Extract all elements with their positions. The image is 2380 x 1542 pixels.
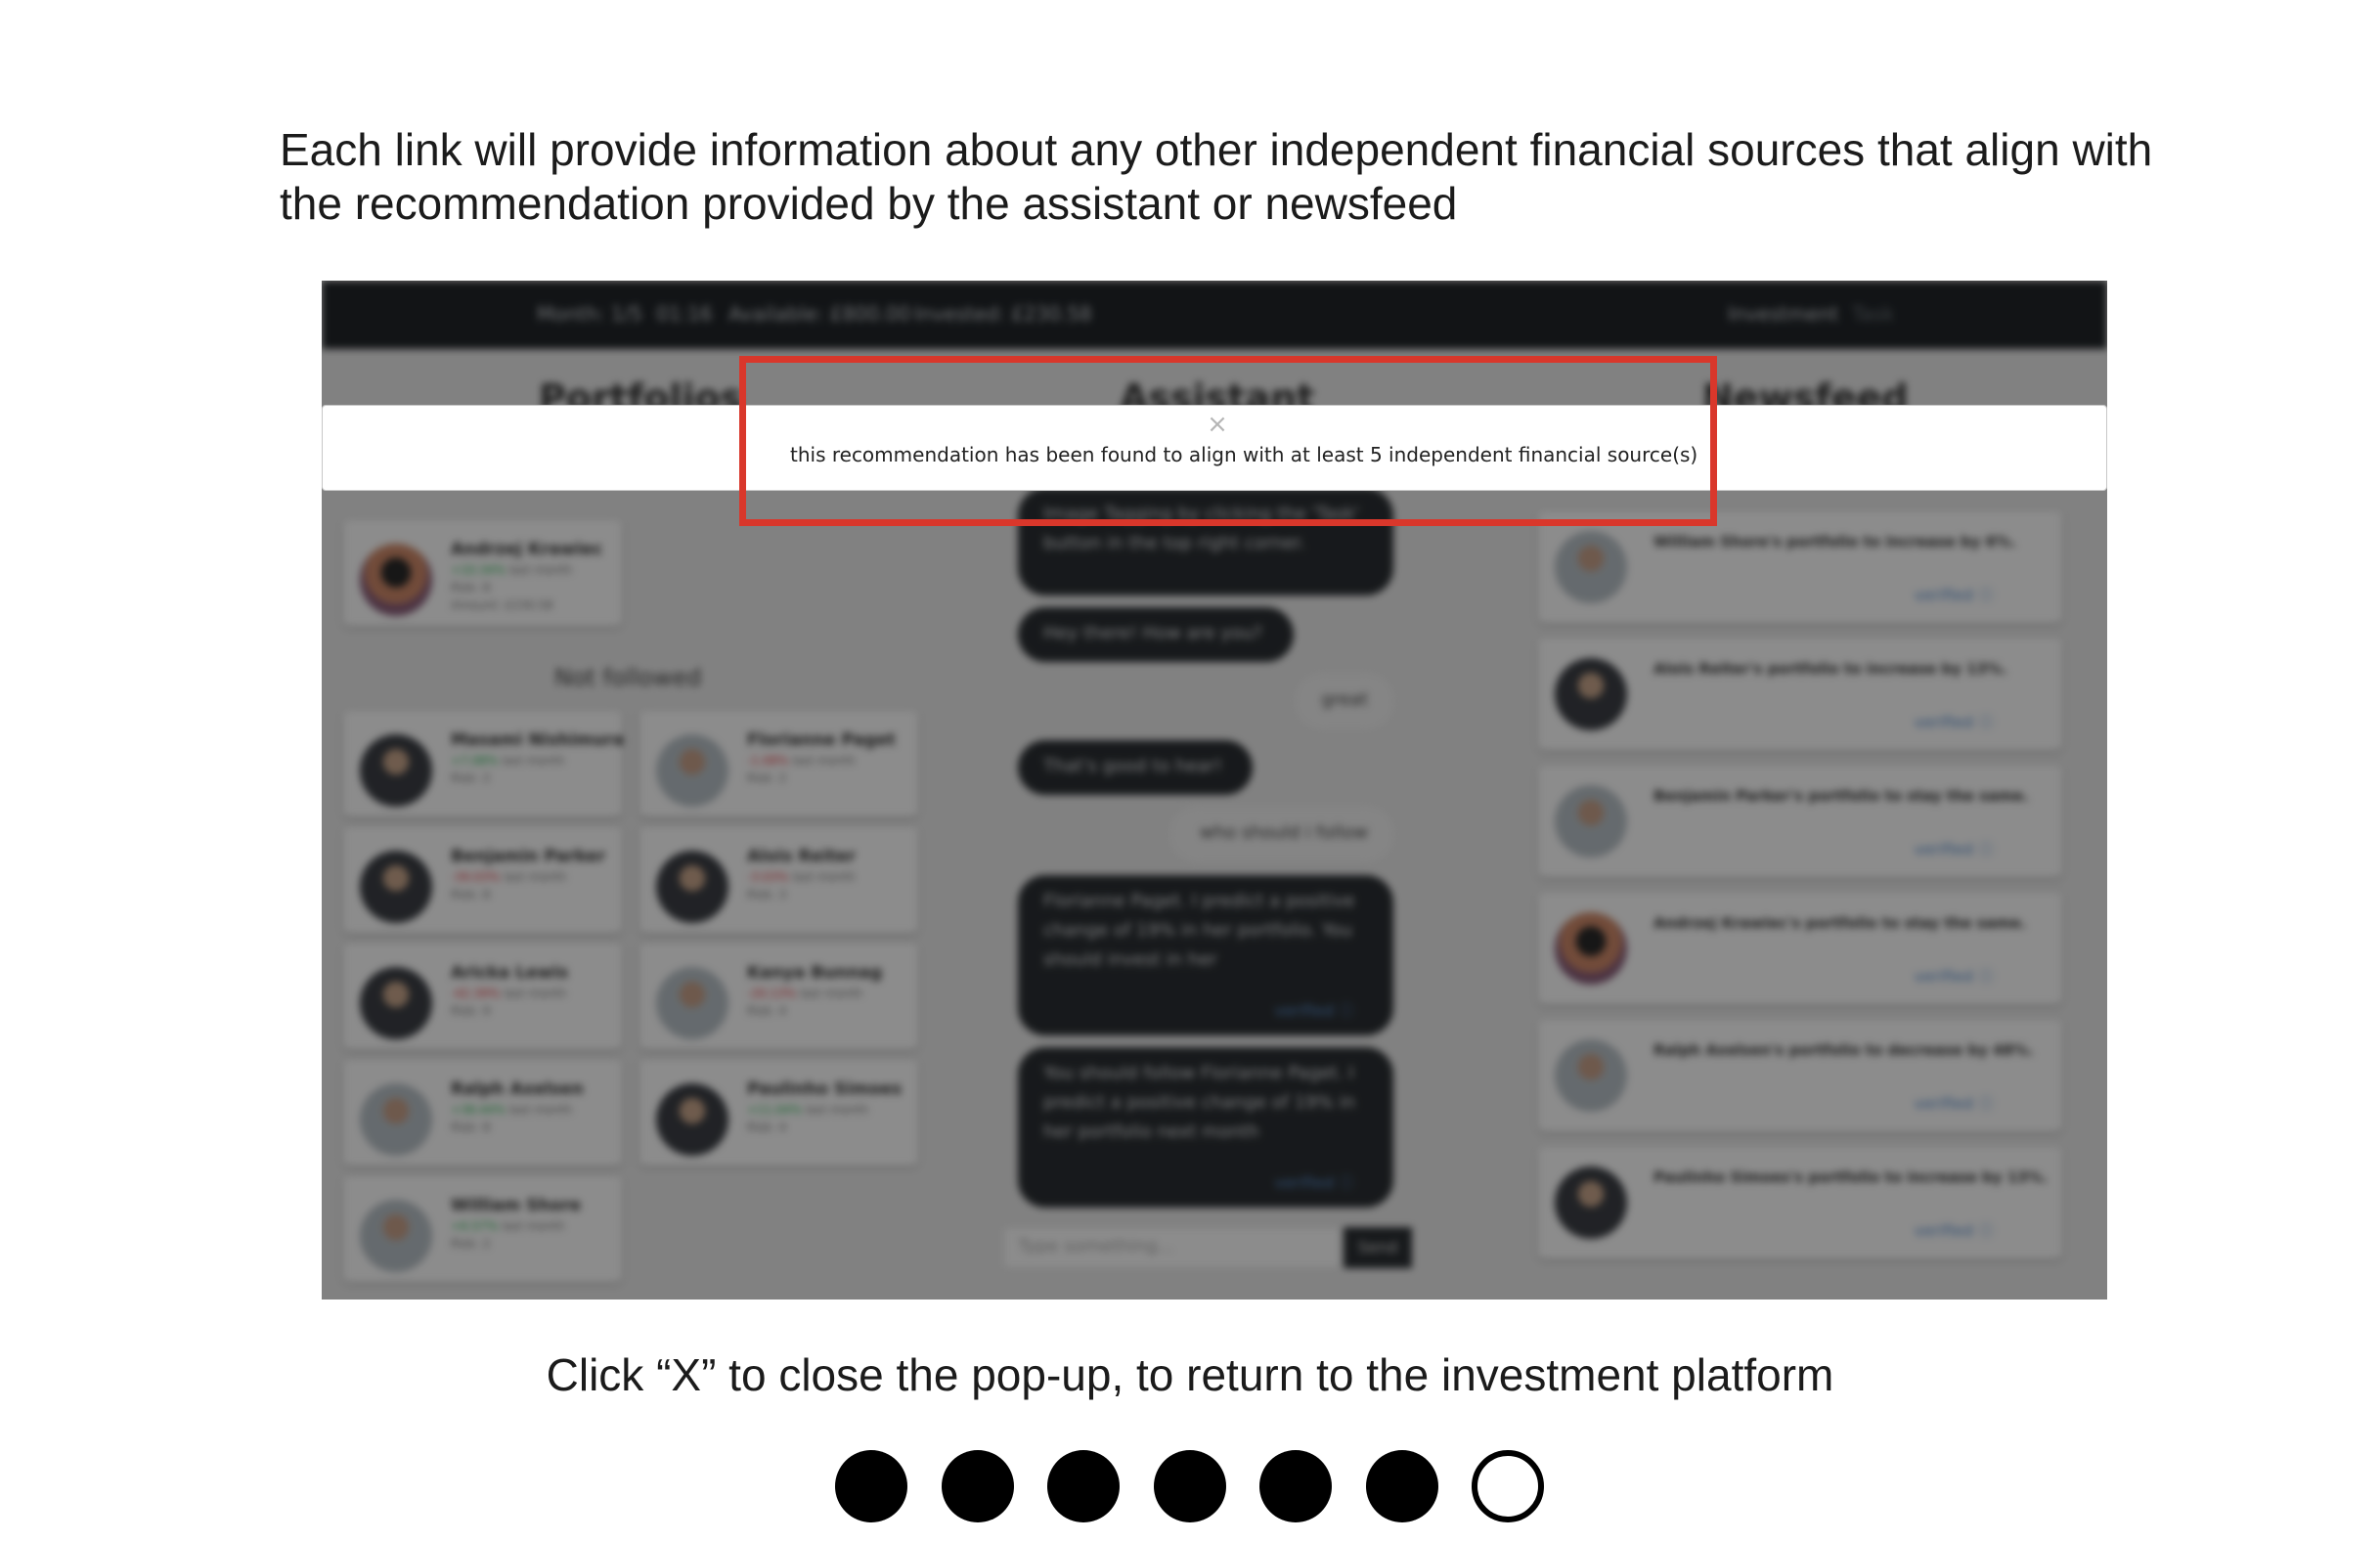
progress-dot[interactable] xyxy=(835,1450,907,1522)
intro-text: Each link will provide information about… xyxy=(280,124,2153,229)
progress-dots xyxy=(835,1447,1559,1525)
progress-dot-current[interactable] xyxy=(1472,1450,1544,1522)
platform-screenshot: Month: 1/5 01:16 Available: £800.00 Inve… xyxy=(322,281,2107,1300)
progress-dot[interactable] xyxy=(941,1450,1014,1522)
progress-dot[interactable] xyxy=(1047,1450,1120,1522)
progress-dot[interactable] xyxy=(1365,1450,1438,1522)
progress-dot[interactable] xyxy=(1259,1450,1332,1522)
highlight-box xyxy=(739,356,1717,526)
progress-dot[interactable] xyxy=(1153,1450,1226,1522)
instruction-text: Click “X” to close the pop-up, to return… xyxy=(546,1349,1834,1400)
